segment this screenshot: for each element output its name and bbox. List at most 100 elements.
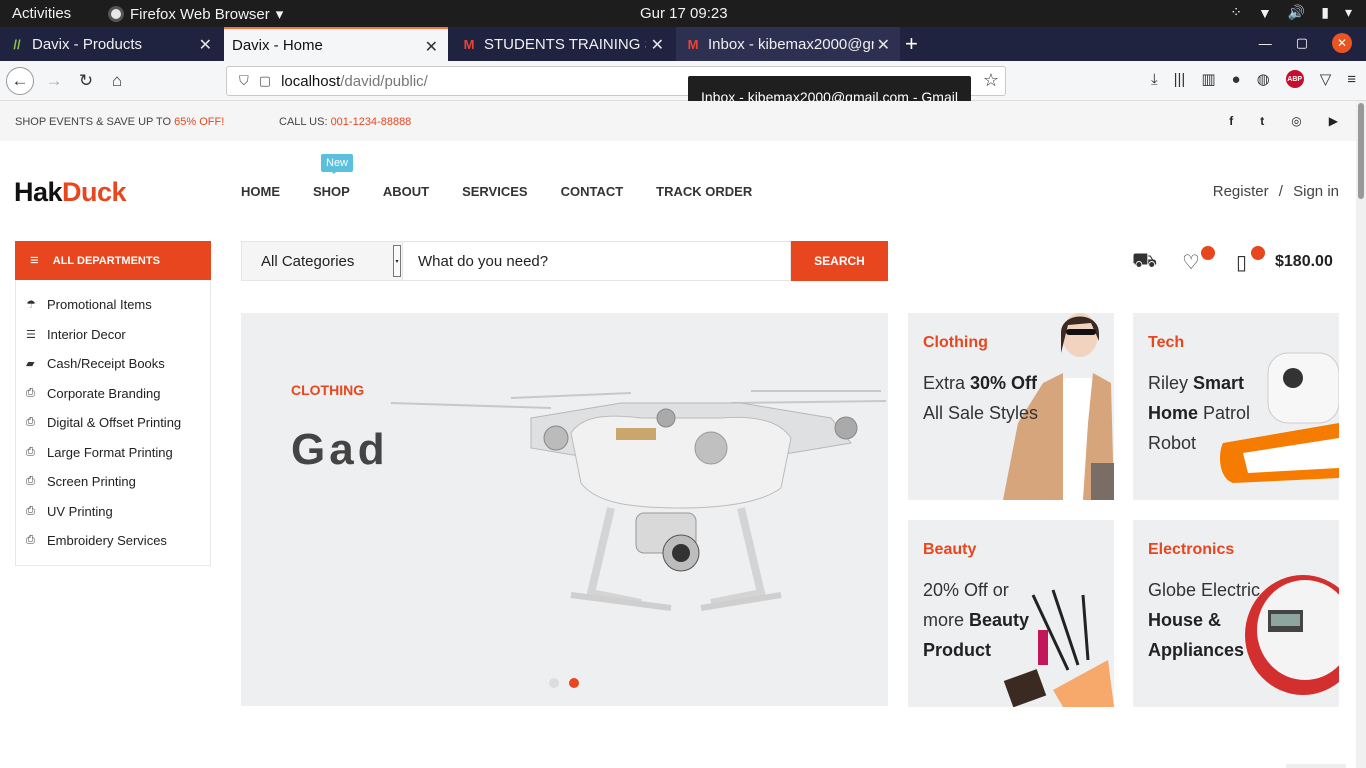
reload-button[interactable]: ↻	[72, 67, 100, 95]
cart-icon[interactable]: ▯	[1236, 250, 1247, 275]
sign-in-link[interactable]: Sign in	[1293, 183, 1339, 200]
printer-icon: ⎙	[26, 504, 35, 517]
forward-button[interactable]: →	[40, 67, 68, 95]
wishlist-count-dot	[1201, 246, 1215, 260]
search-button[interactable]: SEARCH	[791, 241, 888, 281]
page-scrollbar[interactable]	[1356, 101, 1366, 768]
extension-icon[interactable]: ▽	[1320, 70, 1332, 88]
clock[interactable]: Gur 17 09:23	[640, 5, 728, 22]
call-us: CALL US: 001-1234-88888	[279, 116, 412, 128]
card-tech[interactable]: Tech Riley Smart Home Patrol Robot	[1133, 313, 1339, 500]
promo-text: SHOP EVENTS & SAVE UP TO 65% OFF!	[15, 116, 225, 128]
tab-bar: // Davix - Products ✕ Davix - Home ✕ M S…	[0, 27, 1366, 61]
sidebar-icon[interactable]: ▥	[1201, 70, 1215, 88]
nav-home[interactable]: HOME	[241, 184, 280, 199]
hero-label: CLOTHING	[291, 382, 365, 398]
youtube-icon[interactable]: ▶	[1329, 114, 1338, 128]
dept-digital-offset-printing[interactable]: ⎙ Digital & Offset Printing	[16, 408, 210, 438]
nav-shop[interactable]: SHOP	[313, 184, 350, 199]
nav-contact[interactable]: CONTACT	[561, 184, 624, 199]
scrollbar-thumb[interactable]	[1358, 103, 1364, 199]
dept-promotional-items[interactable]: ☂ Promotional Items	[16, 290, 210, 320]
maximize-button[interactable]: ▢	[1296, 35, 1308, 51]
card-title: Tech	[1148, 334, 1185, 351]
library-icon[interactable]: |||	[1174, 71, 1186, 88]
tab-inbox[interactable]: M Inbox - kibemax2000@gm ✕	[676, 27, 900, 61]
new-tab-button[interactable]: +	[905, 31, 918, 57]
dept-screen-printing[interactable]: ⎙ Screen Printing	[16, 467, 210, 497]
os-top-bar: Activities Firefox Web Browser ▾ Gur 17 …	[0, 0, 1366, 27]
instagram-icon[interactable]: ◎	[1291, 114, 1301, 128]
chevron-down-icon: ▾	[393, 245, 401, 277]
card-desc: Riley Smart Home Patrol Robot	[1148, 373, 1251, 453]
main-nav: HOME SHOP ABOUT SERVICES CONTACT TRACK O…	[241, 184, 785, 199]
card-electronics[interactable]: Electronics Globe Electric House & Appli…	[1133, 520, 1339, 707]
hamburger-icon: ≡	[30, 252, 39, 269]
all-departments-button[interactable]: ≡ ALL DEPARTMENTS	[15, 241, 211, 280]
browser-toolbar: ← → ↻ ⌂ ⛉ ▢ localhost /david/public/ ☆ ⤓…	[0, 61, 1366, 101]
site-logo[interactable]: HakDuck	[14, 177, 127, 208]
card-clothing[interactable]: Clothing Extra 30% Off All Sale Styles	[908, 313, 1114, 500]
download-icon[interactable]: ⤓	[1151, 71, 1158, 88]
app-menu[interactable]: Firefox Web Browser ▾	[108, 5, 283, 23]
system-tray[interactable]: ⁘ ▼ 🔊 ▮ ▾	[1230, 4, 1352, 21]
dept-corporate-branding[interactable]: ⎙ Corporate Branding	[16, 379, 210, 409]
battery-icon: ▮	[1321, 4, 1329, 20]
close-icon[interactable]: ✕	[877, 35, 890, 55]
activities-button[interactable]: Activities	[12, 5, 71, 22]
firefox-icon	[108, 6, 124, 22]
bookmark-star-icon[interactable]: ☆	[983, 70, 999, 91]
back-button[interactable]: ←	[6, 67, 34, 95]
list-icon: ☰	[26, 328, 36, 341]
dept-interior-decor[interactable]: ☰ Interior Decor	[16, 320, 210, 350]
globe-icon[interactable]: ◍	[1257, 70, 1270, 88]
facebook-icon[interactable]: f	[1229, 114, 1233, 128]
adblock-icon[interactable]: ABP	[1285, 70, 1304, 88]
hero-slider[interactable]: CLOTHING Gad	[241, 313, 888, 706]
nav-about[interactable]: ABOUT	[383, 184, 429, 199]
account-icon[interactable]: ●	[1232, 71, 1241, 88]
truck-icon[interactable]: ⛟	[1132, 250, 1157, 275]
tab-home[interactable]: Davix - Home ✕	[224, 27, 448, 61]
slider-dot[interactable]	[549, 678, 559, 688]
cart-total[interactable]: $180.00	[1275, 253, 1333, 271]
dept-embroidery-services[interactable]: ⎙ Embroidery Services	[16, 526, 210, 556]
close-icon[interactable]: ✕	[425, 37, 438, 57]
card-beauty[interactable]: Beauty 20% Off or more Beauty Product	[908, 520, 1114, 707]
departments-list: ☂ Promotional Items ☰ Interior Decor ▰ Cash…	[15, 280, 211, 566]
dept-uv-printing[interactable]: ⎙ UV Printing	[16, 497, 210, 527]
close-window-button[interactable]: ✕	[1332, 33, 1352, 53]
chevron-down-icon: ▾	[1344, 4, 1352, 20]
dept-large-format-printing[interactable]: ⎙ Large Format Printing	[16, 438, 210, 468]
promo-bar: SHOP EVENTS & SAVE UP TO 65% OFF! CALL U…	[0, 101, 1356, 141]
home-button[interactable]: ⌂	[103, 67, 131, 95]
wifi-icon: ▼	[1257, 4, 1272, 21]
tab-label: STUDENTS TRAINING SE	[484, 35, 646, 53]
printer-icon: ⎙	[26, 386, 35, 399]
dept-cash-receipt-books[interactable]: ▰ Cash/Receipt Books	[16, 349, 210, 379]
social-links: f t ◎ ▶	[1229, 114, 1338, 128]
menu-icon[interactable]: ≡	[1347, 71, 1356, 88]
tab-label: Davix - Products	[32, 35, 143, 53]
minimize-button[interactable]: —	[1259, 36, 1272, 51]
heart-icon[interactable]: ♡	[1182, 250, 1200, 275]
register-link[interactable]: Register	[1213, 183, 1269, 200]
tab-products[interactable]: // Davix - Products ✕	[0, 27, 222, 61]
printer-icon: ⎙	[26, 416, 35, 429]
twitter-icon[interactable]: t	[1260, 114, 1264, 128]
slider-dot-active[interactable]	[569, 678, 579, 688]
close-icon[interactable]: ✕	[651, 35, 664, 55]
nav-track-order[interactable]: TRACK ORDER	[656, 184, 752, 199]
nav-services[interactable]: SERVICES	[462, 184, 528, 199]
card-desc: Globe Electric House & Appliances	[1148, 580, 1261, 660]
search-input[interactable]: What do you need?	[403, 241, 791, 281]
category-select[interactable]: All Categories ▾	[241, 241, 403, 281]
umbrella-icon: ☂	[26, 299, 36, 312]
toolbar-icons: ⤓ ||| ▥ ● ◍ ABP ▽ ≡	[1151, 70, 1356, 88]
page-info-icon: ▢	[258, 73, 272, 88]
carousel-controls[interactable]	[1286, 764, 1346, 768]
chevron-down-icon: ▾	[275, 6, 284, 23]
close-icon[interactable]: ✕	[199, 35, 212, 55]
slider-dots	[549, 678, 579, 688]
tab-students-training[interactable]: M STUDENTS TRAINING SE ✕	[452, 27, 674, 61]
